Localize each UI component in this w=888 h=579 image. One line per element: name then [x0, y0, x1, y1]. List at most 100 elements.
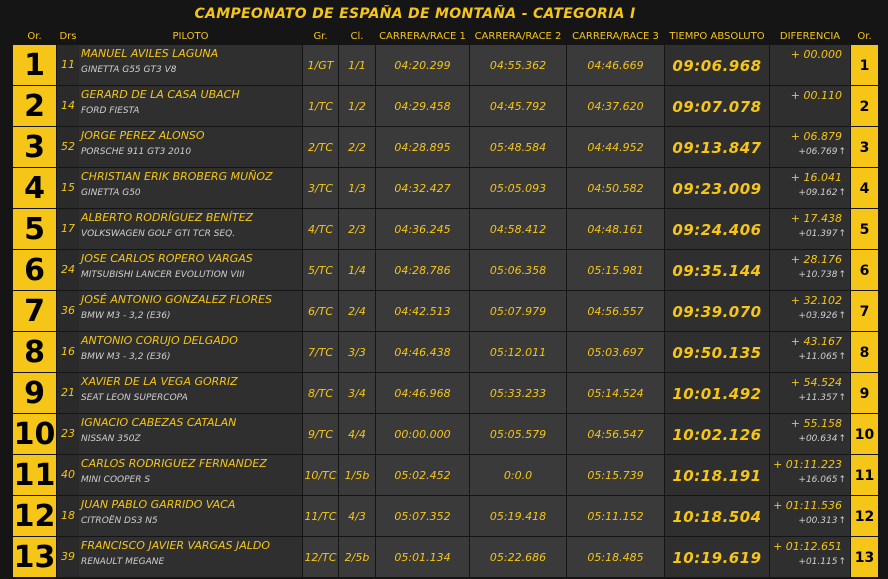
class-cell: 1/1 [339, 45, 375, 85]
race2-cell: 05:19.418 [470, 496, 566, 536]
group-value: 11/TC [304, 510, 337, 523]
race2-cell: 05:48.584 [470, 127, 566, 167]
race2-cell: 04:55.362 [470, 45, 566, 85]
race1-time: 00:00.000 [394, 428, 451, 441]
difference-to-leader: + 01:11.536 [773, 499, 842, 512]
difference-cell: + 55.158 +00.634↑ [770, 414, 850, 454]
car-model: BMW M3 - 3,2 (E36) [81, 311, 171, 321]
difference-to-leader: + 43.167 [790, 335, 842, 348]
class-cell: 3/4 [339, 373, 375, 413]
position-left: 11 [13, 455, 56, 495]
class-value: 2/5b [344, 551, 370, 564]
position-left: 8 [13, 332, 56, 372]
driver-number: 18 [57, 496, 79, 536]
difference-cell: + 00.110 [770, 86, 850, 126]
arrow-up-icon: ↑ [838, 557, 846, 567]
group-cell: 11/TC [303, 496, 338, 536]
difference-to-leader: + 01:11.223 [773, 458, 842, 471]
difference-to-previous: +01.115↑ [798, 557, 846, 567]
difference-previous-value: +00.313 [798, 516, 838, 526]
race3-cell: 04:48.161 [567, 209, 664, 249]
race3-time: 04:50.582 [587, 182, 644, 195]
position-right: 12 [851, 496, 878, 536]
race3-cell: 05:14.524 [567, 373, 664, 413]
group-value: 8/TC [307, 387, 334, 400]
results-page: CAMPEONATO DE ESPAÑA DE MONTAÑA - CATEGO… [0, 0, 888, 578]
race3-cell: 04:50.582 [567, 168, 664, 208]
pilot-cell: JOSÉ ANTONIO GONZALEZ FLORES BMW M3 - 3,2… [79, 291, 302, 331]
driver-number: 52 [57, 127, 79, 167]
absolute-time: 09:50.135 [672, 344, 762, 362]
arrow-up-icon: ↑ [838, 393, 846, 403]
difference-cell: + 28.176 +10.738↑ [770, 250, 850, 290]
car-model: RENAULT MEGANE [81, 557, 165, 567]
pilot-cell: CARLOS RODRIGUEZ FERNANDEZ MINI COOPER S [79, 455, 302, 495]
absolute-time: 10:18.504 [672, 508, 762, 526]
absolute-time-cell: 09:07.078 [665, 86, 769, 126]
race1-cell: 04:29.458 [376, 86, 469, 126]
arrow-up-icon: ↑ [838, 475, 846, 485]
race3-time: 04:46.669 [587, 59, 644, 72]
driver-number: 36 [57, 291, 79, 331]
group-cell: 4/TC [303, 209, 338, 249]
race3-time: 05:15.739 [587, 469, 644, 482]
race3-cell: 04:37.620 [567, 86, 664, 126]
absolute-time-cell: 10:18.191 [665, 455, 769, 495]
race2-time: 0:0.0 [503, 469, 533, 482]
position-left: 3 [13, 127, 56, 167]
race2-time: 05:06.358 [489, 264, 547, 277]
difference-previous-value: +09.162 [798, 188, 838, 198]
table-row: 1 11 MANUEL AVILES LAGUNA GINETTA G55 GT3 V… [0, 45, 888, 85]
race1-time: 04:46.968 [394, 387, 451, 400]
race1-time: 04:46.438 [394, 346, 451, 359]
difference-to-previous: +11.357↑ [798, 393, 846, 403]
race1-cell: 04:32.427 [376, 168, 469, 208]
position-right: 1 [851, 45, 878, 85]
car-model: FORD FIESTA [81, 106, 140, 116]
pilot-name: JOSÉ ANTONIO GONZALEZ FLORES [81, 293, 273, 306]
table-row: 9 21 XAVIER DE LA VEGA GORRIZ SEAT LEON SUP… [0, 373, 888, 413]
pilot-cell: FRANCISCO JAVIER VARGAS JALDO RENAULT MEG… [79, 537, 302, 577]
class-value: 1/1 [348, 59, 366, 72]
page-title: CAMPEONATO DE ESPAÑA DE MONTAÑA - CATEGO… [194, 6, 636, 22]
pilot-cell: IGNACIO CABEZAS CATALAN NISSAN 350Z [79, 414, 302, 454]
driver-number: 16 [57, 332, 79, 372]
table-row: 13 39 FRANCISCO JAVIER VARGAS JALDO RENAULT… [0, 537, 888, 577]
pilot-cell: ALBERTO RODRÍGUEZ BENÍTEZ VOLKSWAGEN GOLF… [79, 209, 302, 249]
difference-cell: + 32.102 +03.926↑ [770, 291, 850, 331]
race3-cell: 04:44.952 [567, 127, 664, 167]
position-right: 8 [851, 332, 878, 372]
race2-cell: 05:07.979 [470, 291, 566, 331]
race2-time: 05:05.579 [489, 428, 547, 441]
race2-cell: 05:33.233 [470, 373, 566, 413]
group-value: 1/GT [307, 59, 334, 72]
driver-number: 23 [57, 414, 79, 454]
pilot-name: ANTONIO CORUJO DELGADO [81, 334, 238, 347]
pilot-cell: JORGE PEREZ ALONSO PORSCHE 911 GT3 2010 [79, 127, 302, 167]
group-cell: 1/GT [303, 45, 338, 85]
position-left: 4 [13, 168, 56, 208]
race1-time: 04:32.427 [394, 182, 451, 195]
arrow-up-icon: ↑ [838, 516, 846, 526]
difference-to-previous: +10.738↑ [798, 270, 846, 280]
race1-cell: 04:36.245 [376, 209, 469, 249]
group-cell: 2/TC [303, 127, 338, 167]
driver-number: 40 [57, 455, 79, 495]
race2-cell: 04:58.412 [470, 209, 566, 249]
pilot-name: CARLOS RODRIGUEZ FERNANDEZ [81, 457, 267, 470]
race2-time: 04:58.412 [489, 223, 547, 236]
position-right: 13 [851, 537, 878, 577]
race3-cell: 05:15.981 [567, 250, 664, 290]
class-value: 1/5b [344, 469, 370, 482]
table-row: 12 18 JUAN PABLO GARRIDO VACA CITROËN DS3 N… [0, 496, 888, 536]
difference-to-leader: + 00.110 [790, 89, 842, 102]
difference-cell: + 00.000 [770, 45, 850, 85]
race2-cell: 0:0.0 [470, 455, 566, 495]
group-value: 7/TC [307, 346, 334, 359]
race2-cell: 05:05.093 [470, 168, 566, 208]
car-model: BMW M3 - 3,2 (E36) [81, 352, 171, 362]
absolute-time: 09:24.406 [672, 221, 762, 239]
group-cell: 8/TC [303, 373, 338, 413]
class-cell: 1/2 [339, 86, 375, 126]
position-left: 7 [13, 291, 56, 331]
